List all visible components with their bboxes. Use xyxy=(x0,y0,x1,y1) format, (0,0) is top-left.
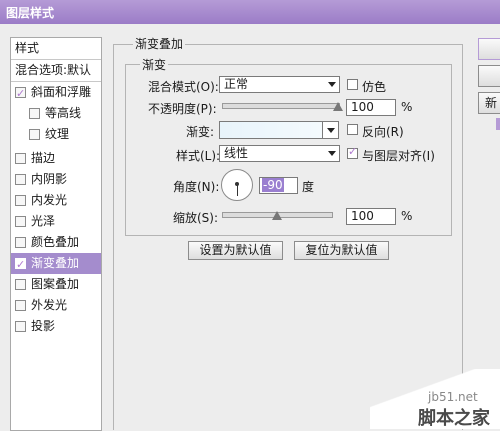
style-item-label: 内发光 xyxy=(31,193,68,207)
scale-unit: % xyxy=(401,209,413,223)
title-bar: 图层样式 xyxy=(0,0,500,24)
scale-input[interactable]: 100 xyxy=(346,208,396,225)
align-with-layer-checkbox[interactable] xyxy=(347,145,358,159)
blend-mode-select[interactable]: 正常 xyxy=(219,76,340,93)
dither-label: 仿色 xyxy=(362,80,387,94)
blend-mode-value: 正常 xyxy=(224,77,249,91)
blend-mode-label: 混合模式(O): xyxy=(148,80,219,94)
style-value: 线性 xyxy=(224,146,249,160)
style-item[interactable]: 描边 xyxy=(11,148,101,169)
style-item[interactable]: 内阴影 xyxy=(11,169,101,190)
chevron-down-icon xyxy=(327,128,335,133)
style-select[interactable]: 线性 xyxy=(219,145,340,162)
style-list-header: 样式 xyxy=(15,41,40,55)
style-item[interactable]: 渐变叠加 xyxy=(11,253,101,275)
style-item-label: 颜色叠加 xyxy=(31,235,80,249)
gradient-picker-button[interactable] xyxy=(322,121,339,139)
style-item-checkbox[interactable] xyxy=(15,216,26,227)
style-item-label: 纹理 xyxy=(45,127,70,141)
scale-slider-thumb[interactable] xyxy=(271,211,282,220)
angle-value: -90 xyxy=(262,178,284,192)
ok-button[interactable] xyxy=(478,38,500,60)
preview-swatch xyxy=(496,118,500,130)
angle-input[interactable]: -90 xyxy=(259,177,298,194)
angle-dial[interactable] xyxy=(221,169,253,201)
angle-dial-needle xyxy=(237,184,238,196)
panel-title: 渐变叠加 xyxy=(133,35,186,52)
style-item-checkbox[interactable] xyxy=(29,108,40,119)
style-item[interactable]: 内发光 xyxy=(11,190,101,211)
style-item-checkbox[interactable] xyxy=(15,195,26,206)
opacity-label: 不透明度(P): xyxy=(148,102,217,116)
style-item[interactable]: 光泽 xyxy=(11,211,101,232)
style-item-label: 投影 xyxy=(31,319,56,333)
opacity-input[interactable]: 100 xyxy=(346,99,396,116)
window-title: 图层样式 xyxy=(6,6,55,20)
angle-label: 角度(N): xyxy=(173,180,220,194)
style-item-checkbox[interactable] xyxy=(15,83,26,104)
make-default-button[interactable]: 设置为默认值 xyxy=(188,241,283,260)
chevron-down-icon xyxy=(328,151,336,156)
style-item[interactable]: 斜面和浮雕 xyxy=(11,82,101,104)
opacity-slider-thumb[interactable] xyxy=(333,102,343,111)
style-item[interactable]: 投影 xyxy=(11,316,101,337)
cancel-button[interactable] xyxy=(478,65,500,87)
style-item[interactable]: 图案叠加 xyxy=(11,274,101,295)
style-item-label: 图案叠加 xyxy=(31,277,80,291)
scale-label: 缩放(S): xyxy=(173,211,219,225)
reverse-label: 反向(R) xyxy=(362,125,404,139)
style-item-checkbox[interactable] xyxy=(15,254,26,275)
style-item[interactable]: 纹理 xyxy=(11,124,101,145)
gradient-preview[interactable] xyxy=(219,121,323,139)
chevron-down-icon xyxy=(328,82,336,87)
style-item-checkbox[interactable] xyxy=(15,279,26,290)
align-label: 与图层对齐(I) xyxy=(362,149,435,163)
style-item-label: 描边 xyxy=(31,151,56,165)
style-item-checkbox[interactable] xyxy=(15,237,26,248)
watermark-logo: 脚本之家 xyxy=(418,408,490,429)
style-item[interactable]: 外发光 xyxy=(11,295,101,316)
gradient-label: 渐变: xyxy=(186,125,215,139)
style-item-checkbox[interactable] xyxy=(15,300,26,311)
style-item-checkbox[interactable] xyxy=(15,153,26,164)
angle-unit: 度 xyxy=(302,180,315,194)
style-item-label: 等高线 xyxy=(45,106,82,120)
style-item-checkbox[interactable] xyxy=(15,321,26,332)
style-item-checkbox[interactable] xyxy=(15,174,26,185)
style-list: 样式 混合选项:默认 斜面和浮雕等高线纹理描边内阴影内发光光泽颜色叠加渐变叠加图… xyxy=(10,37,102,431)
style-item[interactable]: 等高线 xyxy=(11,103,101,124)
opacity-slider[interactable] xyxy=(222,103,340,109)
style-item-label: 渐变叠加 xyxy=(31,256,80,270)
panel-subtitle: 渐变 xyxy=(140,56,169,73)
style-item-label: 斜面和浮雕 xyxy=(31,85,92,99)
new-style-button[interactable]: 新 xyxy=(478,92,500,114)
watermark-url: jb51.net xyxy=(428,390,478,404)
style-item[interactable]: 颜色叠加 xyxy=(11,232,101,253)
opacity-unit: % xyxy=(401,100,413,114)
style-item-label: 外发光 xyxy=(31,298,68,312)
reset-default-button[interactable]: 复位为默认值 xyxy=(294,241,389,260)
dither-checkbox[interactable] xyxy=(347,79,358,90)
style-item-checkbox[interactable] xyxy=(29,129,40,140)
style-label: 样式(L): xyxy=(176,149,221,163)
blend-options-item[interactable]: 混合选项:默认 xyxy=(11,60,105,81)
style-item-label: 光泽 xyxy=(31,214,56,228)
style-item-label: 内阴影 xyxy=(31,172,68,186)
reverse-checkbox[interactable] xyxy=(347,124,358,135)
